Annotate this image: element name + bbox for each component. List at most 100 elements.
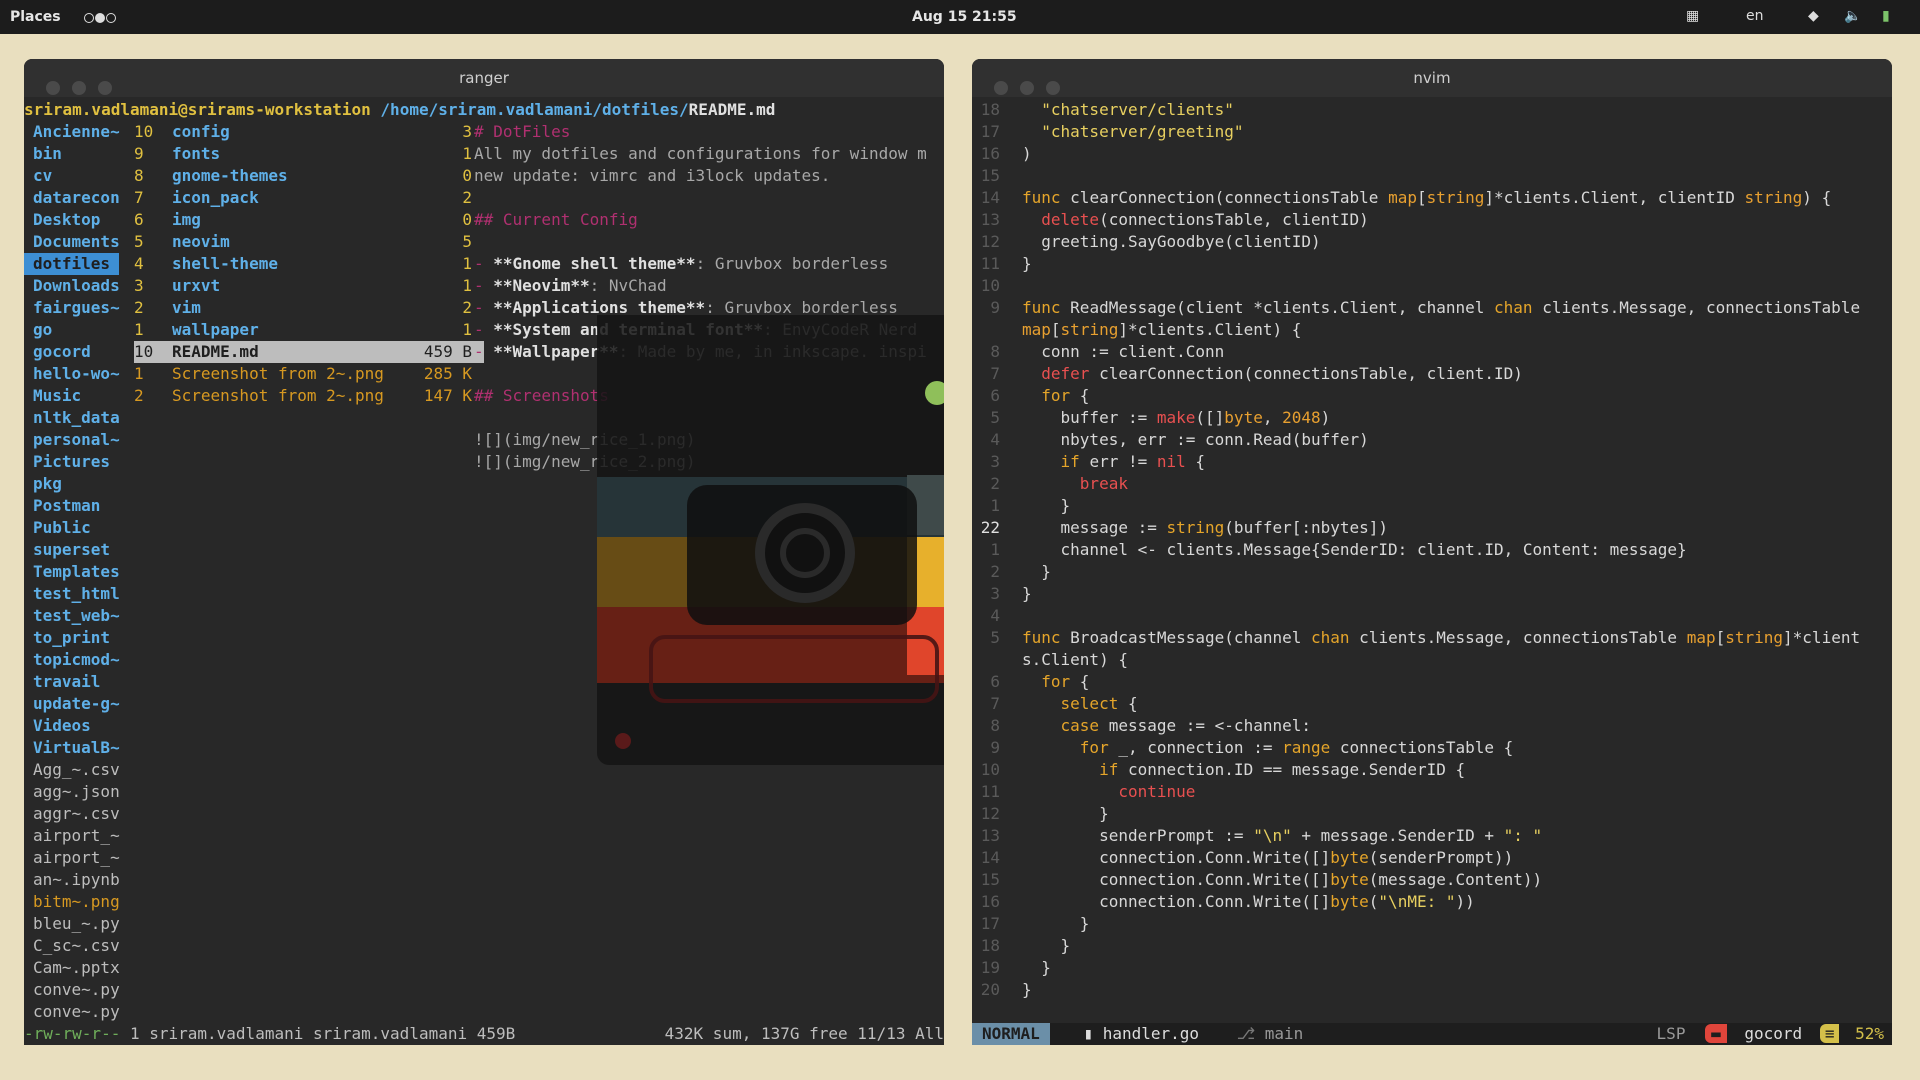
code-line[interactable]: 8 conn := client.Conn	[972, 341, 1892, 363]
code-line[interactable]: 6 for {	[972, 385, 1892, 407]
code-line[interactable]: 12 }	[972, 803, 1892, 825]
code-line[interactable]: 22 message := string(buffer[:nbytes])	[972, 517, 1892, 539]
current-dir-item[interactable]: 2 Screenshot from 2~.png 147 K	[134, 385, 484, 407]
code-line[interactable]: 4	[972, 605, 1892, 627]
parent-dir-item[interactable]: dotfiles	[24, 253, 119, 275]
parent-dir-item[interactable]: Ancienne~	[24, 121, 134, 143]
code-line[interactable]: 14 func clearConnection(connectionsTable …	[972, 187, 1892, 209]
layout-icon[interactable]: ▦	[1686, 8, 1699, 24]
current-dir-item[interactable]: 8 gnome-themes 0	[134, 165, 484, 187]
maximize-button[interactable]	[1046, 81, 1060, 95]
code-line[interactable]: 8 case message := <-channel:	[972, 715, 1892, 737]
code-line[interactable]: 16)	[972, 143, 1892, 165]
code-line[interactable]: 6 for {	[972, 671, 1892, 693]
battery-icon[interactable]: ▮	[1882, 8, 1890, 24]
parent-dir-item[interactable]: Cam~.pptx	[24, 957, 134, 979]
code-line[interactable]: 18 "chatserver/clients"	[972, 99, 1892, 121]
code-line[interactable]: 7 select {	[972, 693, 1892, 715]
parent-dir-item[interactable]: Templates	[24, 561, 134, 583]
ranger-parent-column[interactable]: Ancienne~ bin cv datarecon Desktop Documents d…	[24, 121, 134, 1023]
parent-dir-item[interactable]: personal~	[24, 429, 134, 451]
parent-dir-item[interactable]: topicmod~	[24, 649, 134, 671]
parent-dir-item[interactable]: hello-wo~	[24, 363, 134, 385]
code-line[interactable]: 7 defer clearConnection(connectionsTable…	[972, 363, 1892, 385]
code-line[interactable]: 4 nbytes, err := conn.Read(buffer)	[972, 429, 1892, 451]
code-line[interactable]: 9 func ReadMessage(client *clients.Client…	[972, 297, 1892, 319]
parent-dir-item[interactable]: Desktop	[24, 209, 134, 231]
parent-dir-item[interactable]: conve~.py	[24, 1001, 134, 1023]
places-menu[interactable]: Places	[10, 9, 61, 25]
parent-dir-item[interactable]: gocord	[24, 341, 134, 363]
code-line[interactable]: 3 if err != nil {	[972, 451, 1892, 473]
code-line[interactable]: map[string]*clients.Client) {	[972, 319, 1892, 341]
parent-dir-item[interactable]: fairgues~	[24, 297, 134, 319]
wifi-icon[interactable]: ◆	[1808, 8, 1819, 24]
volume-icon[interactable]: 🔈	[1844, 8, 1861, 24]
code-editor[interactable]: 18 "chatserver/clients" 17 "chatserver/gr…	[972, 99, 1892, 1001]
parent-dir-item[interactable]: agg~.json	[24, 781, 134, 803]
code-line[interactable]: 19 }	[972, 957, 1892, 979]
current-dir-item[interactable]: 1 wallpaper 1	[134, 319, 484, 341]
current-dir-item[interactable]: 1 Screenshot from 2~.png 285 K	[134, 363, 484, 385]
parent-dir-item[interactable]: bin	[24, 143, 134, 165]
code-line[interactable]: 12 greeting.SayGoodbye(clientID)	[972, 231, 1892, 253]
language-indicator[interactable]: en	[1746, 8, 1764, 24]
parent-dir-item[interactable]: bleu_~.py	[24, 913, 134, 935]
code-line[interactable]: 2 }	[972, 561, 1892, 583]
current-dir-item[interactable]: 9 fonts 1	[134, 143, 484, 165]
parent-dir-item[interactable]: Postman	[24, 495, 134, 517]
parent-dir-item[interactable]: cv	[24, 165, 134, 187]
parent-dir-item[interactable]: Documents	[24, 231, 134, 253]
minimize-button[interactable]	[72, 81, 86, 95]
workspace-indicator[interactable]	[84, 11, 117, 27]
parent-dir-item[interactable]: pkg	[24, 473, 134, 495]
code-line[interactable]: 11 continue	[972, 781, 1892, 803]
maximize-button[interactable]	[98, 81, 112, 95]
parent-dir-item[interactable]: Music	[24, 385, 134, 407]
code-line[interactable]: 17 }	[972, 913, 1892, 935]
parent-dir-item[interactable]: superset	[24, 539, 134, 561]
code-line[interactable]: 10 if connection.ID == message.SenderID …	[972, 759, 1892, 781]
clock[interactable]: Aug 15 21:55	[912, 9, 1017, 25]
code-line[interactable]: 1 }	[972, 495, 1892, 517]
code-line[interactable]: 15 connection.Conn.Write([]byte(message.…	[972, 869, 1892, 891]
code-line[interactable]: 3}	[972, 583, 1892, 605]
current-dir-item[interactable]: 2 vim 2	[134, 297, 484, 319]
code-line[interactable]: s.Client) {	[972, 649, 1892, 671]
code-line[interactable]: 11}	[972, 253, 1892, 275]
current-dir-item[interactable]: 7 icon_pack 2	[134, 187, 484, 209]
ranger-current-column[interactable]: 10 config 3 9 fonts 1 8 gnome-themes 0 7 icon_pack…	[134, 121, 484, 407]
current-dir-item[interactable]: 6 img 0	[134, 209, 484, 231]
current-dir-item[interactable]: 5 neovim 5	[134, 231, 484, 253]
parent-dir-item[interactable]: Pictures	[24, 451, 134, 473]
parent-dir-item[interactable]: test_html	[24, 583, 134, 605]
parent-dir-item[interactable]: conve~.py	[24, 979, 134, 1001]
parent-dir-item[interactable]: bitm~.png	[24, 891, 134, 913]
parent-dir-item[interactable]: update-g~	[24, 693, 134, 715]
parent-dir-item[interactable]: nltk_data	[24, 407, 134, 429]
code-line[interactable]: 20}	[972, 979, 1892, 1001]
parent-dir-item[interactable]: VirtualB~	[24, 737, 134, 759]
parent-dir-item[interactable]: Videos	[24, 715, 134, 737]
nvim-window[interactable]: nvim 18 "chatserver/clients" 17 "chatserv…	[972, 59, 1892, 1045]
parent-dir-item[interactable]: airport_~	[24, 847, 134, 869]
current-dir-item[interactable]: 10 config 3	[134, 121, 484, 143]
code-line[interactable]: 5 func BroadcastMessage(channel chan clie…	[972, 627, 1892, 649]
close-button[interactable]	[994, 81, 1008, 95]
code-line[interactable]: 10	[972, 275, 1892, 297]
parent-dir-item[interactable]: go	[24, 319, 134, 341]
code-line[interactable]: 18 }	[972, 935, 1892, 957]
code-line[interactable]: 13 senderPrompt := "\n" + message.Sender…	[972, 825, 1892, 847]
code-line[interactable]: 9 for _, connection := range connections…	[972, 737, 1892, 759]
parent-dir-item[interactable]: an~.ipynb	[24, 869, 134, 891]
current-dir-item[interactable]: 10 README.md 459 B	[134, 341, 484, 363]
parent-dir-item[interactable]: Public	[24, 517, 134, 539]
parent-dir-item[interactable]: Downloads	[24, 275, 134, 297]
code-line[interactable]: 15	[972, 165, 1892, 187]
minimize-button[interactable]	[1020, 81, 1034, 95]
current-dir-item[interactable]: 3 urxvt 1	[134, 275, 484, 297]
code-line[interactable]: 13 delete(connectionsTable, clientID)	[972, 209, 1892, 231]
nvim-titlebar[interactable]: nvim	[972, 59, 1892, 97]
ranger-titlebar[interactable]: ranger	[24, 59, 944, 97]
code-line[interactable]: 2 break	[972, 473, 1892, 495]
